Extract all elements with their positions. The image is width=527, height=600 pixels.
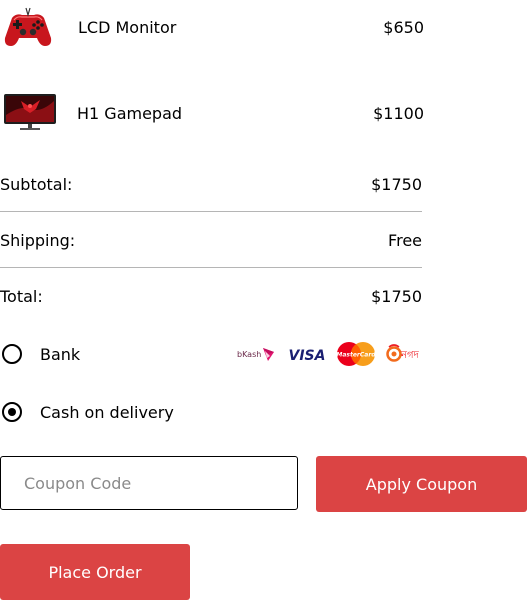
cart-item-name: LCD Monitor [78, 18, 177, 37]
mastercard-logo: MasterCard [335, 341, 377, 367]
apply-coupon-button[interactable]: Apply Coupon [316, 456, 527, 512]
place-order-button[interactable]: Place Order [0, 544, 190, 600]
subtotal-value: $1750 [371, 175, 422, 194]
product-image-monitor [3, 91, 57, 133]
product-image-gamepad [2, 4, 54, 50]
bkash-logo: bKash [236, 344, 276, 364]
coupon-code-input[interactable] [0, 456, 298, 510]
divider [0, 211, 422, 212]
cash-on-delivery-radio[interactable] [2, 402, 22, 422]
radio-selected-dot [8, 408, 16, 416]
bank-radio[interactable] [2, 344, 22, 364]
cart-item-price: $650 [383, 18, 424, 37]
mastercard-text: MasterCard [336, 352, 376, 359]
nagad-text: নগদ [400, 350, 420, 361]
shipping-label: Shipping: [0, 231, 76, 250]
divider [0, 267, 422, 268]
bkash-text: bKash [237, 350, 261, 359]
cart-item-price: $1100 [373, 104, 424, 123]
shipping-value: Free [388, 231, 422, 250]
bank-label[interactable]: Bank [40, 345, 80, 365]
subtotal-label: Subtotal: [0, 175, 73, 194]
total-value: $1750 [371, 287, 422, 306]
cart-item-name: H1 Gamepad [77, 104, 183, 123]
nagad-logo: নগদ [386, 343, 426, 365]
cash-on-delivery-label[interactable]: Cash on delivery [40, 403, 174, 423]
total-label: Total: [0, 287, 43, 306]
visa-text: VISA [289, 348, 326, 364]
visa-logo: VISA [287, 344, 327, 364]
